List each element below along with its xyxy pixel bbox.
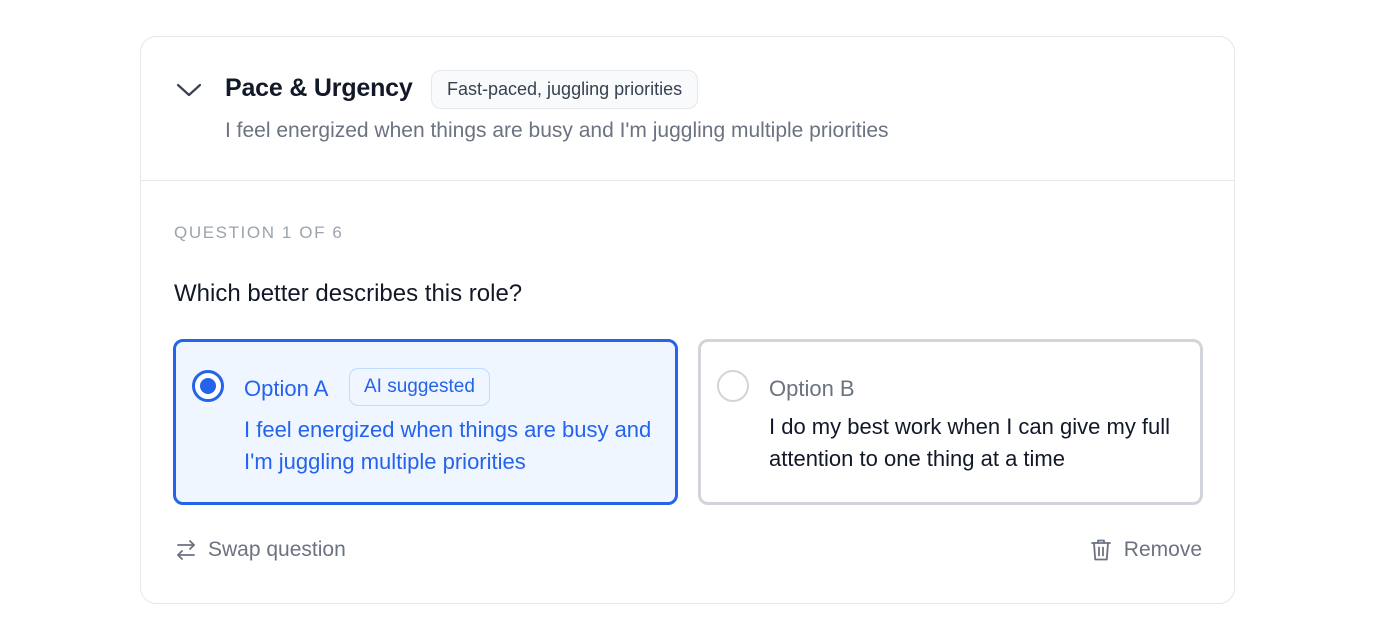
option-b-card[interactable]: Option B I do my best work when I can gi… (698, 339, 1203, 505)
section-subtitle: I feel energized when things are busy an… (225, 119, 889, 142)
section-badge: Fast-paced, juggling priorities (431, 70, 699, 109)
section-title: Pace & Urgency (225, 74, 413, 102)
remove-button[interactable]: Remove (1090, 535, 1202, 565)
swap-arrows-icon (174, 538, 198, 562)
question-card: Pace & Urgency Fast-paced, juggling prio… (140, 36, 1235, 604)
option-a-text: I feel energized when things are busy an… (244, 417, 652, 474)
trash-icon (1090, 538, 1112, 562)
question-prompt: Which better describes this role? (174, 280, 523, 307)
ai-suggested-badge: AI suggested (349, 368, 490, 406)
option-b-text: I do my best work when I can give my ful… (769, 414, 1171, 471)
remove-label: Remove (1123, 538, 1202, 561)
question-counter: QUESTION 1 OF 6 (174, 223, 344, 242)
swap-question-button[interactable]: Swap question (174, 535, 346, 565)
option-a-radio[interactable] (192, 370, 224, 402)
option-a-label: Option A (244, 376, 329, 401)
option-b-label: Option B (769, 376, 855, 401)
chevron-down-icon[interactable] (175, 79, 203, 101)
option-a-card[interactable]: Option A AI suggested I feel energized w… (173, 339, 678, 505)
option-b-radio[interactable] (717, 370, 749, 402)
section-header: Pace & Urgency Fast-paced, juggling prio… (141, 37, 1234, 181)
swap-question-label: Swap question (208, 538, 346, 561)
